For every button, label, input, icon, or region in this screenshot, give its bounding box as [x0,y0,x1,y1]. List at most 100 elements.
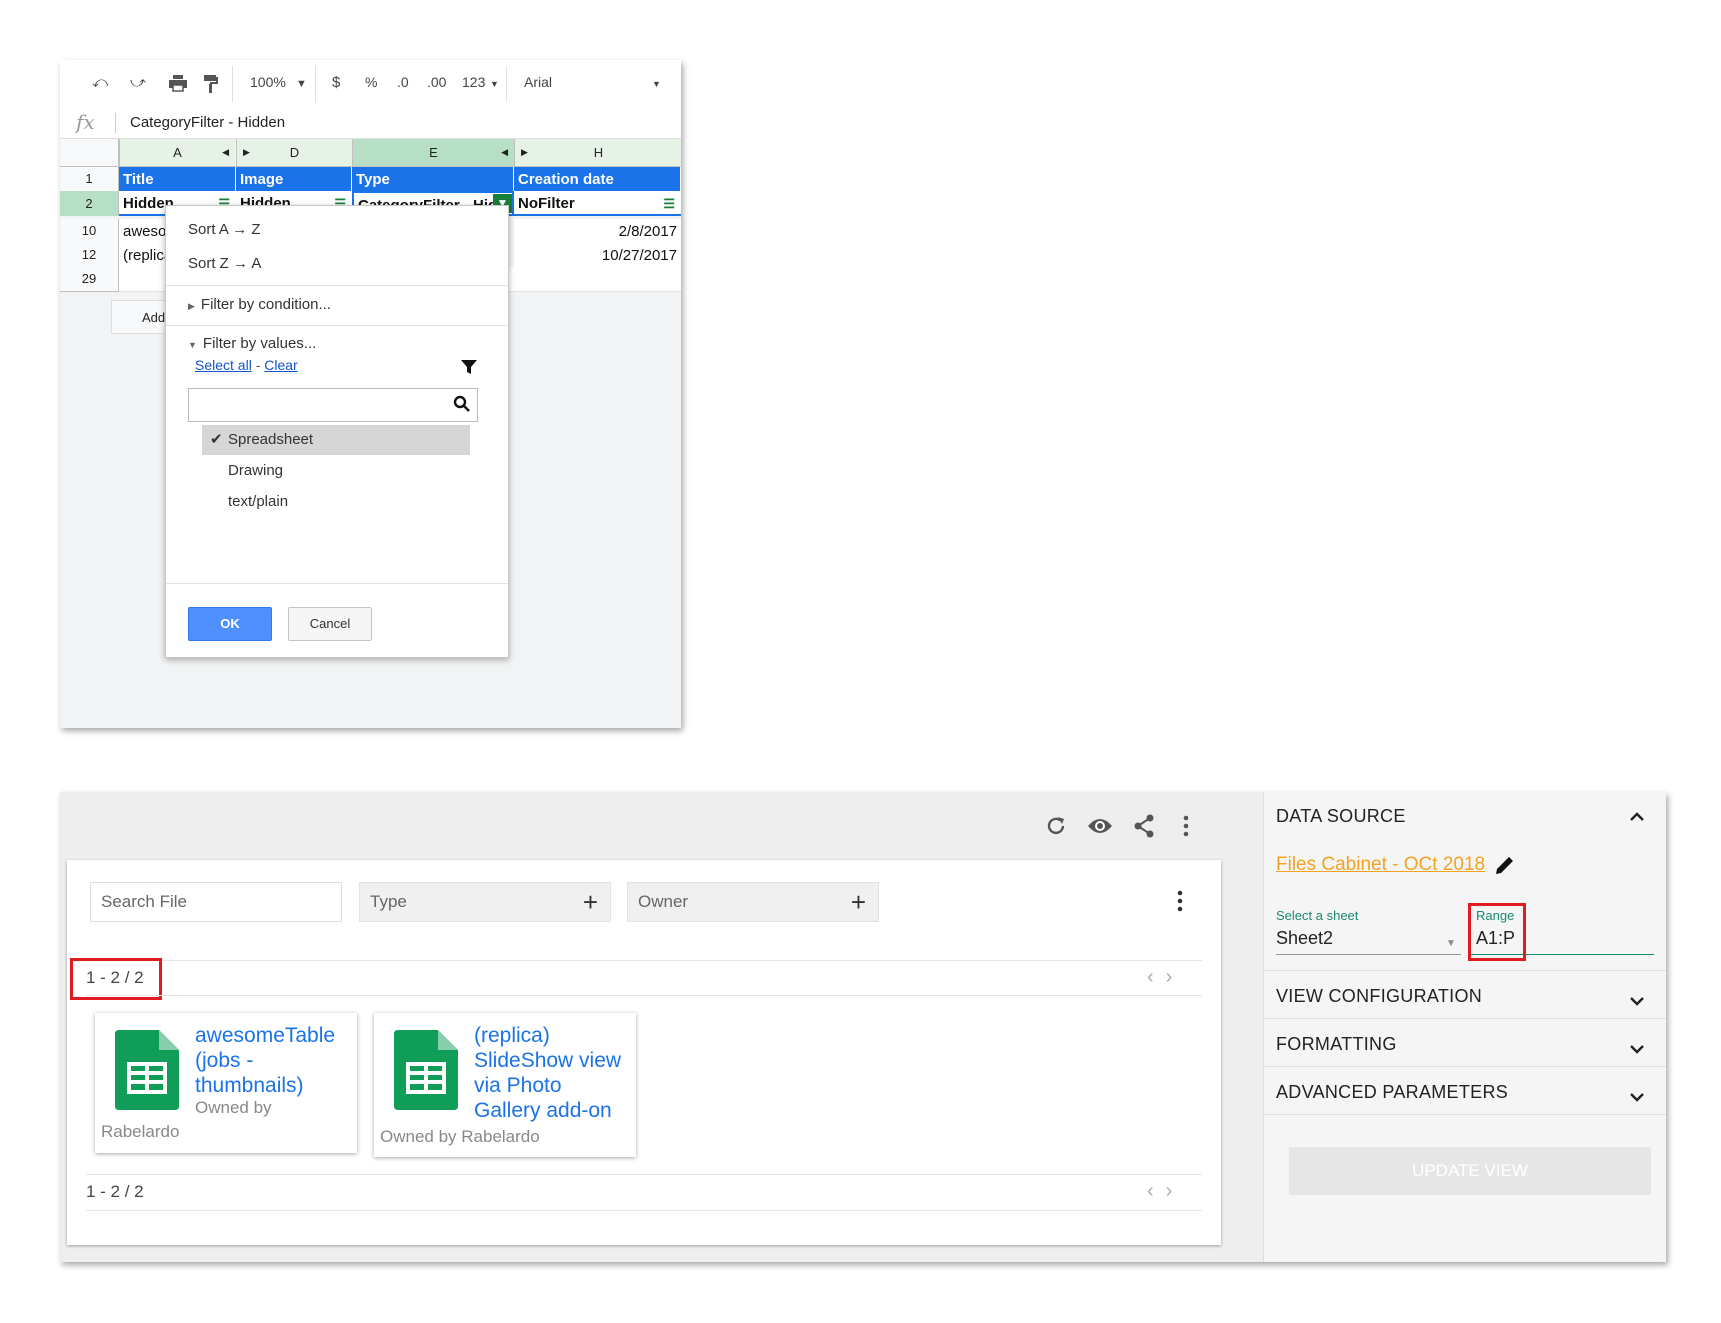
cancel-button[interactable]: Cancel [288,607,372,641]
search-icon [453,395,471,418]
redo-icon[interactable]: ⤻ [130,74,146,91]
filter-by-condition[interactable]: ▶ Filter by condition... [188,296,331,313]
plus-icon: + [850,887,866,917]
select-all-link[interactable]: Select all [195,357,252,373]
row-number[interactable]: 12 [60,243,119,267]
row-number[interactable]: 2 [60,191,119,216]
sort-a-z[interactable]: Sort A → Z [188,221,261,238]
collapse-left-icon: ◀ [501,147,508,157]
more-vert-icon[interactable] [1177,890,1183,917]
column-header-a[interactable]: A ◀ [119,139,235,166]
chevron-right-icon: › [1165,966,1185,988]
pencil-icon[interactable] [1494,854,1516,881]
expand-right-icon: ▶ [521,147,528,157]
header-cell-title[interactable]: Title [119,167,236,192]
filter-option-drawing[interactable]: Drawing [202,456,470,486]
pager-bottom: 1 - 2 / 2 [86,1182,144,1201]
funnel-icon[interactable] [460,359,478,380]
type-filter-label: Type [370,892,407,911]
column-header-d[interactable]: ▶ D [236,139,352,166]
header-cell-creation-date[interactable]: Creation date [514,167,681,192]
highlight-box [1468,903,1526,961]
chevron-left-icon: ‹ [1147,1180,1166,1202]
chevron-up-icon[interactable] [1629,806,1645,827]
owner-filter[interactable]: Owner + [627,882,879,922]
column-header-h[interactable]: ▶ H [514,139,681,166]
view-configuration-header[interactable]: VIEW CONFIGURATION [1276,986,1482,1007]
sheet-toolbar: ⤺ ⤻ 100% ▼ $ % .0 .00 123 ▼ Arial ▼ [60,60,681,109]
check-icon: ✔ [210,431,223,448]
ok-button[interactable]: OK [188,607,272,641]
filter-values-search[interactable] [188,388,478,422]
file-owner: Rabelardo [101,1122,180,1141]
chevron-down-icon: ▼ [296,78,307,90]
chevron-right-icon: › [1165,1180,1185,1202]
header-cell-image[interactable]: Image [236,167,352,192]
data-source-header[interactable]: DATA SOURCE [1276,806,1406,827]
more-vert-icon[interactable] [1170,810,1202,842]
refresh-icon[interactable] [1040,810,1072,842]
formula-input[interactable]: CategoryFilter - Hidden [130,114,285,131]
type-filter[interactable]: Type + [359,882,611,922]
search-input[interactable]: Search File [90,882,342,922]
sort-z-a[interactable]: Sort Z → A [188,255,261,272]
paint-format-icon[interactable] [203,74,219,98]
fx-icon: fx [76,110,95,134]
advanced-parameters-header[interactable]: ADVANCED PARAMETERS [1276,1082,1508,1103]
highlight-box [70,958,162,1000]
currency-button[interactable]: $ [332,74,340,91]
clear-link[interactable]: Clear [264,357,297,373]
chevron-down-icon[interactable] [1629,1038,1645,1059]
file-card[interactable]: awesomeTable (jobs - thumbnails) Owned b… [95,1013,357,1153]
pager-arrows[interactable]: ‹› [1147,966,1184,989]
undo-icon[interactable]: ⤺ [92,74,108,91]
chevron-down-icon: ▼ [490,79,499,89]
filter-option-text-plain[interactable]: text/plain [202,487,470,517]
data-cell[interactable]: 2/8/2017 [514,219,681,244]
spreadsheet-window: ⤺ ⤻ 100% ▼ $ % .0 .00 123 ▼ Arial ▼ fx C… [60,60,681,728]
collapse-left-icon: ◀ [222,147,229,157]
formatting-header[interactable]: FORMATTING [1276,1034,1397,1055]
awesome-table-app: Search File Type + Owner + 1 - 2 / 2 ‹› … [60,792,1666,1262]
plus-icon: + [582,887,598,917]
eye-icon[interactable] [1084,810,1116,842]
font-select[interactable]: Arial [524,74,552,90]
zoom-select[interactable]: 100% [250,74,286,90]
pager-arrows[interactable]: ‹› [1147,1180,1184,1203]
row-number[interactable]: 29 [60,267,119,292]
more-formats-button[interactable]: 123 [462,74,485,90]
data-cell[interactable]: 10/27/2017 [514,243,681,268]
side-panel: DATA SOURCE Files Cabinet - OCt 2018 Sel… [1263,792,1666,1262]
data-source-link[interactable]: Files Cabinet - OCt 2018 [1276,854,1485,876]
expand-right-icon: ▶ [243,147,250,157]
file-title[interactable]: awesomeTable (jobs - thumbnails) [195,1023,335,1098]
caret-right-icon: ▶ [188,301,195,311]
row-number[interactable]: 1 [60,167,119,191]
decrease-decimal-button[interactable]: .0 [397,74,409,90]
file-card[interactable]: (replica) SlideShow view via Photo Galle… [374,1013,636,1157]
filter-option-spreadsheet[interactable]: ✔ Spreadsheet [202,425,470,455]
row-number[interactable]: 10 [60,219,119,243]
filter-by-values[interactable]: ▼ Filter by values... [188,335,316,352]
file-owned-by: Owned by Rabelardo [380,1127,540,1146]
filter-icon[interactable]: ☰ [663,191,675,214]
column-header-e[interactable]: E ◀ [352,139,514,166]
filter-cell-value: NoFilter [518,195,575,212]
chevron-down-icon: ▼ [652,79,661,89]
print-icon[interactable] [168,74,188,96]
select-sheet-label: Select a sheet [1276,908,1359,923]
file-cabinet-view: Search File Type + Owner + 1 - 2 / 2 ‹› … [67,860,1221,1245]
header-cell-type[interactable]: Type [352,167,514,192]
chevron-down-icon[interactable] [1629,1086,1645,1107]
increase-decimal-button[interactable]: .00 [427,74,446,90]
sheet-select[interactable]: Sheet2 [1276,928,1333,949]
percent-button[interactable]: % [365,74,377,90]
share-icon[interactable] [1128,810,1160,842]
owner-filter-label: Owner [638,892,689,911]
file-title[interactable]: (replica) SlideShow view via Photo Galle… [474,1023,621,1123]
update-view-button[interactable]: UPDATE VIEW [1289,1147,1651,1195]
chevron-down-icon[interactable] [1629,990,1645,1011]
filter-cell[interactable]: NoFilter ☰ [514,191,681,216]
google-sheets-icon [394,1030,458,1110]
select-links: Select all - Clear [195,357,298,373]
